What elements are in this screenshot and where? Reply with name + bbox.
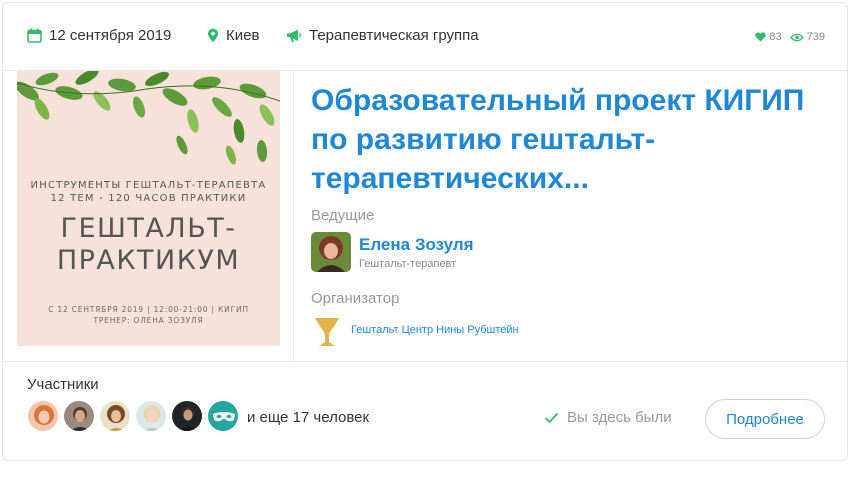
organizer-name-link[interactable]: Гештальт Центр Нины Рубштейн — [351, 324, 519, 336]
participant-avatar[interactable] — [135, 400, 167, 432]
event-meta-bar: 12 сентября 2019 Киев Терапевтическая гр… — [3, 3, 847, 71]
more-participants-text[interactable]: и еще 17 человек — [247, 409, 369, 426]
checkmark-icon — [544, 412, 559, 423]
organizer-label: Организатор — [311, 290, 400, 307]
event-poster-image[interactable]: ИНСТРУМЕНТЫ ГЕШТАЛЬТ-ТЕРАПЕВТА 12 ТЕМ - … — [17, 71, 280, 346]
event-type[interactable]: Терапевтическая группа — [286, 27, 479, 44]
participants-label: Участники — [27, 376, 99, 393]
megaphone-icon — [287, 29, 301, 42]
participant-avatar[interactable] — [171, 400, 203, 432]
views-count: 739 — [806, 31, 825, 43]
eye-icon — [789, 33, 804, 41]
participant-avatars — [27, 400, 243, 432]
participant-avatar[interactable] — [63, 400, 95, 432]
host-photo — [311, 232, 351, 272]
poster-footer: С 12 СЕНТЯБРЯ 2019 | 12:00-21:00 | КИГИП… — [17, 304, 280, 326]
event-date: 12 сентября 2019 — [27, 27, 171, 44]
event-city[interactable]: Киев — [207, 27, 259, 44]
views-stat: 739 — [789, 31, 825, 43]
participant-avatar[interactable] — [207, 400, 239, 432]
host-role: Гештальт-терапевт — [359, 258, 457, 270]
poster-subtitle: ИНСТРУМЕНТЫ ГЕШТАЛЬТ-ТЕРАПЕВТА 12 ТЕМ - … — [17, 179, 280, 205]
poster-title-line: ПРАКТИКУМ — [56, 245, 241, 276]
mask-icon — [208, 401, 238, 431]
host-name-link[interactable]: Елена Зозуля — [359, 235, 474, 255]
poster-footer-line: ТРЕНЕР: ОЛЕНА ЗОЗУЛЯ — [93, 316, 204, 325]
vertical-divider — [293, 71, 294, 361]
heart-icon — [755, 32, 767, 42]
event-type-text: Терапевтическая группа — [309, 27, 479, 44]
likes-count: 83 — [769, 31, 782, 43]
host-avatar[interactable] — [311, 232, 351, 272]
organizer-logo[interactable] — [313, 316, 341, 348]
poster-subtitle-line: 12 ТЕМ - 120 ЧАСОВ ПРАКТИКИ — [50, 193, 247, 204]
poster-title: ГЕШТАЛЬТ- ПРАКТИКУМ — [17, 213, 280, 277]
leaves-decoration — [17, 71, 280, 165]
event-date-text: 12 сентября 2019 — [49, 27, 172, 44]
host-label: Ведущие — [311, 207, 375, 224]
been-here-text: Вы здесь были — [567, 409, 672, 426]
event-title-link[interactable]: Образовательный проект КИГИП по развитию… — [311, 81, 831, 198]
been-here-status: Вы здесь были — [544, 409, 672, 426]
event-city-text: Киев — [226, 27, 260, 44]
likes-stat: 83 — [755, 31, 782, 43]
event-card: 12 сентября 2019 Киев Терапевтическая гр… — [2, 2, 848, 461]
details-button[interactable]: Подробнее — [705, 399, 825, 439]
poster-footer-line: С 12 СЕНТЯБРЯ 2019 | 12:00-21:00 | КИГИП — [48, 305, 249, 314]
poster-subtitle-line: ИНСТРУМЕНТЫ ГЕШТАЛЬТ-ТЕРАПЕВТА — [30, 180, 267, 191]
location-pin-icon — [208, 28, 218, 43]
horizontal-divider — [3, 361, 847, 362]
participant-avatar[interactable] — [99, 400, 131, 432]
poster-title-line: ГЕШТАЛЬТ- — [60, 213, 237, 244]
participant-avatar[interactable] — [27, 400, 59, 432]
event-stats: 83 739 — [747, 31, 825, 43]
calendar-icon — [27, 28, 42, 43]
